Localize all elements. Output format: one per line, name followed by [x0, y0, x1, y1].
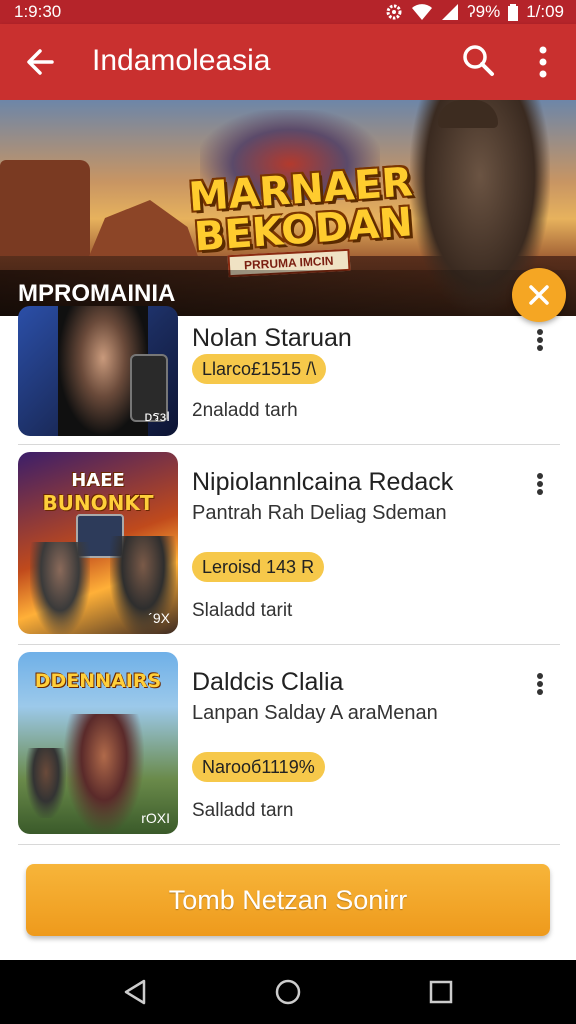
banner-hero-hat: [438, 100, 498, 128]
item-meta: Slaladd tarit: [192, 600, 293, 621]
banner-logo: MARNAER BEKODAN: [187, 159, 416, 260]
item-thumbnail: HAEE BUNONKT ´9X: [18, 452, 178, 634]
item-badge: Narooб1119%: [192, 752, 325, 782]
thumb-character: [64, 714, 144, 834]
thumb-title: DDENNAIRS: [18, 670, 178, 692]
divider: [18, 844, 560, 845]
more-vert-icon[interactable]: [528, 42, 558, 82]
banner-label: MPROMAINIA: [18, 280, 176, 307]
item-badge: Llarco£1515 /\: [192, 354, 327, 384]
battery-percent: ʔ9%: [467, 2, 501, 21]
item-subtitle: Lanpan Salday A araMenan: [192, 702, 438, 724]
divider: [18, 644, 560, 645]
close-button[interactable]: [512, 268, 566, 322]
list-item[interactable]: HAEE BUNONKT ´9X Nipiolannlcaina Redack …: [0, 452, 576, 652]
thumb-title-line2: DDENNAIRS: [34, 670, 162, 692]
wifi-icon: [412, 4, 433, 20]
system-nav-bar: [0, 960, 576, 1024]
cta-button[interactable]: Tomb Netzan Sonirr: [26, 864, 550, 936]
status-right-time: 1/:09: [526, 2, 564, 21]
signal-icon: [442, 4, 459, 20]
item-title: Nipiolannlcaina Redack: [192, 468, 454, 496]
divider: [18, 444, 560, 445]
status-time: 1:9:30: [14, 2, 62, 21]
item-meta: 2naladd tarh: [192, 400, 298, 421]
promo-banner[interactable]: MARNAER BEKODAN PRRUMA IMCIN MPROMAINIA: [0, 100, 576, 316]
list-item[interactable]: ᴅรзΙ Nolan Staruan Llarco£1515 /\ 2nalad…: [0, 306, 576, 444]
item-more-icon[interactable]: [528, 468, 552, 500]
status-icons: ʔ9% 1/:09: [385, 2, 564, 22]
nav-recents-icon[interactable]: [428, 979, 454, 1005]
battery-icon: [508, 4, 519, 21]
thumb-title: HAEE BUNONKT: [18, 470, 178, 515]
status-bar: 1:9:30 ʔ9% 1/:09: [0, 0, 576, 24]
thumb-character-left: [30, 542, 90, 634]
thumb-caption: rOXI: [141, 810, 170, 826]
nav-home-icon[interactable]: [274, 978, 302, 1006]
item-title: Nolan Staruan: [192, 324, 352, 352]
nav-back-icon[interactable]: [122, 978, 148, 1006]
item-thumbnail: ᴅรзΙ: [18, 306, 178, 436]
item-title: Daldcis Clalia: [192, 668, 344, 696]
page-title: Indamoleasia: [92, 44, 271, 77]
item-subtitle: Pantrah Rah Deliag Sdeman: [192, 502, 447, 524]
item-meta: Salladd tarn: [192, 800, 294, 821]
list-item[interactable]: DDENNAIRS rOXI Daldcis Clalia Lanpan Sal…: [0, 652, 576, 852]
back-arrow-icon[interactable]: [22, 44, 58, 80]
search-icon[interactable]: [460, 42, 496, 78]
thumb-title-line1: HAEE: [71, 470, 125, 491]
settings-icon: [386, 4, 402, 20]
item-more-icon[interactable]: [528, 324, 552, 356]
app-bar: Indamoleasia: [0, 24, 576, 100]
close-icon: [529, 285, 549, 305]
thumb-caption: ᴅรзΙ: [144, 408, 170, 424]
thumb-title-line2: BUNONKT: [42, 491, 154, 515]
item-thumbnail: DDENNAIRS rOXI: [18, 652, 178, 834]
thumb-character-left: [26, 748, 66, 818]
thumb-caption: ´9X: [148, 610, 170, 626]
item-more-icon[interactable]: [528, 668, 552, 700]
item-badge: Leroisd 143 R: [192, 552, 325, 582]
